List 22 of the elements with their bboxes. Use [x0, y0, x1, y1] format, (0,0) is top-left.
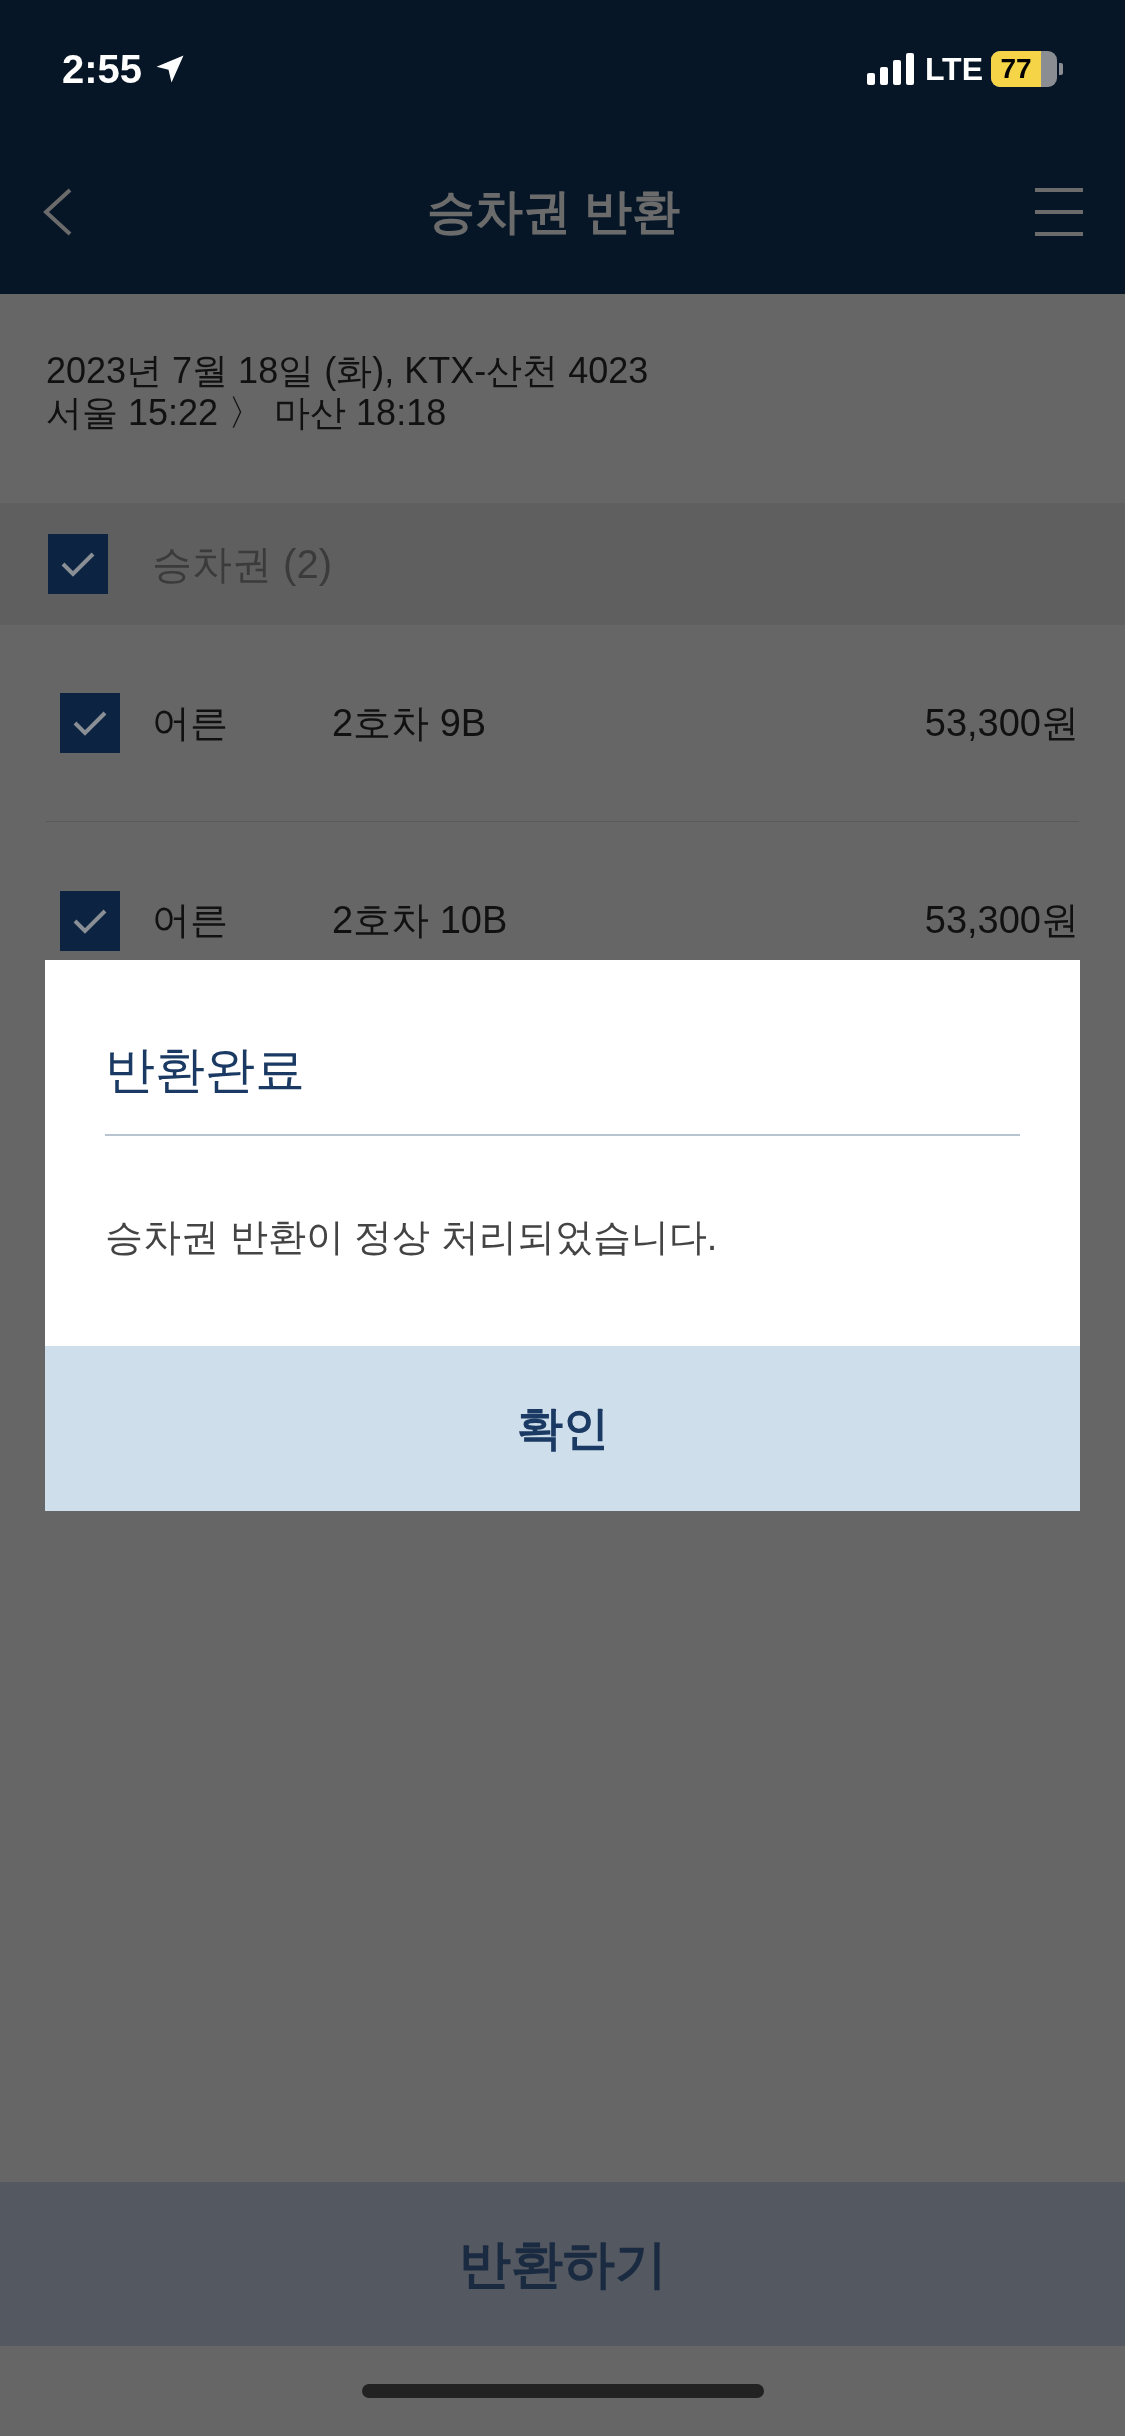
- trip-date: 2023년 7월 18일 (화), KTX-산천 4023: [46, 349, 650, 392]
- checkbox[interactable]: [60, 693, 120, 753]
- ticket-price: 53,300원: [924, 700, 1079, 746]
- seat-number: 2호차 10B: [332, 898, 508, 943]
- signal-icon: [866, 53, 917, 85]
- seat-number: 2호차 9B: [332, 700, 487, 746]
- passenger-type: 어른: [152, 898, 229, 943]
- confirm-button[interactable]: 확인: [45, 1346, 1080, 1511]
- checkmark-icon: [60, 550, 96, 578]
- checkbox[interactable]: [60, 890, 120, 951]
- screen-title: 승차권 반환: [426, 184, 681, 240]
- passenger-type: 어른: [152, 700, 229, 746]
- battery-level: 77: [1000, 52, 1032, 86]
- checkmark-icon: [72, 709, 108, 737]
- menu-icon[interactable]: [1033, 187, 1085, 237]
- trip-route: 서울 15:22 〉 마산 18:18: [46, 391, 448, 434]
- checkbox[interactable]: [48, 534, 108, 594]
- status-time: 2:55: [62, 46, 143, 93]
- network-label: LTE: [924, 50, 983, 89]
- ticket-price: 53,300원: [924, 898, 1079, 943]
- dialog-message: 승차권 반환이 정상 처리되었습니다.: [105, 1215, 719, 1260]
- dialog-title: 반환완료: [105, 1040, 1020, 1136]
